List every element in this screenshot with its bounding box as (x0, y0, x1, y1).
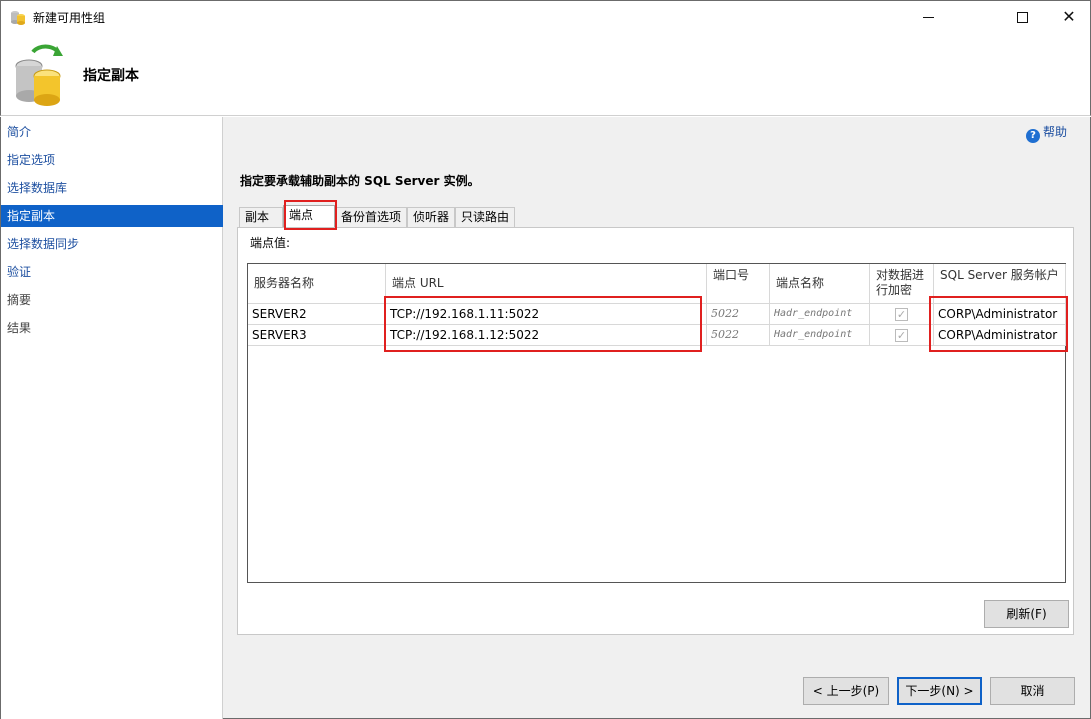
page-title: 指定副本 (83, 68, 139, 84)
tab-backup-preferences[interactable]: 备份首选项 (335, 207, 407, 227)
tab-replicas[interactable]: 副本 (239, 207, 283, 227)
minimize-icon (922, 17, 934, 18)
close-icon: ✕ (1062, 7, 1076, 26)
next-button[interactable]: 下一步(N) > (897, 677, 982, 705)
row2-endpoint[interactable]: Hadr_endpoint (770, 325, 870, 346)
row1-endpoint[interactable]: Hadr_endpoint (770, 304, 870, 325)
checkbox-icon[interactable]: ✓ (895, 308, 908, 321)
tab-readonly-routing[interactable]: 只读路由 (455, 207, 515, 227)
refresh-button[interactable]: 刷新(F) (984, 600, 1069, 628)
checkbox-icon[interactable]: ✓ (895, 329, 908, 342)
help-label: 帮助 (1043, 125, 1068, 139)
row1-encrypt[interactable]: ✓ (870, 304, 934, 325)
sidebar-item-replicas[interactable]: 指定副本 (1, 205, 223, 227)
col-port: 端口号 (707, 264, 770, 304)
endpoint-values-label: 端点值: (250, 236, 291, 250)
sidebar-item-data-sync[interactable]: 选择数据同步 (1, 233, 223, 255)
sidebar-item-results: 结果 (7, 321, 32, 335)
row1-account[interactable]: CORP\Administrator (934, 304, 1066, 325)
row2-encrypt[interactable]: ✓ (870, 325, 934, 346)
row1-port[interactable]: 5022 (707, 304, 770, 325)
row2-server: SERVER3 (248, 325, 386, 346)
col-endpoint-url: 端点 URL (386, 264, 707, 304)
maximize-button[interactable] (999, 1, 1045, 32)
row2-url[interactable]: TCP://192.168.1.12:5022 (386, 325, 707, 346)
back-button[interactable]: < 上一步(P) (803, 677, 889, 705)
endpoints-grid: 服务器名称 端点 URL 端口号 端点名称 对数据进行加密 SQL Server… (247, 263, 1066, 583)
title-bar: 新建可用性组 ✕ (0, 0, 1091, 32)
sidebar-item-validation[interactable]: 验证 (1, 261, 223, 283)
database-replica-icon (15, 44, 63, 106)
col-endpoint-name: 端点名称 (770, 264, 870, 304)
row1-url[interactable]: TCP://192.168.1.11:5022 (386, 304, 707, 325)
col-service-account: SQL Server 服务帐户 (934, 264, 1066, 304)
cancel-button[interactable]: 取消 (990, 677, 1075, 705)
instruction-text: 指定要承载辅助副本的 SQL Server 实例。 (240, 174, 480, 188)
sidebar-item-summary: 摘要 (7, 293, 32, 307)
wizard-header: 指定副本 (0, 32, 1091, 116)
row1-server: SERVER2 (248, 304, 386, 325)
sidebar-item-options[interactable]: 指定选项 (1, 149, 223, 171)
sidebar-item-intro[interactable]: 简介 (1, 121, 223, 143)
close-button[interactable]: ✕ (1046, 1, 1091, 32)
tab-endpoints[interactable]: 端点 (283, 205, 335, 227)
endpoints-panel: 端点值: 服务器名称 端点 URL 端口号 端点名称 对数据进行加密 SQL S… (237, 227, 1074, 635)
col-server-name: 服务器名称 (248, 264, 386, 304)
help-icon: ? (1026, 129, 1040, 143)
wizard-sidebar: 简介 指定选项 选择数据库 指定副本 选择数据同步 验证 摘要 结果 (0, 117, 223, 719)
row2-account[interactable]: CORP\Administrator (934, 325, 1066, 346)
minimize-button[interactable] (905, 1, 951, 32)
window-title: 新建可用性组 (33, 11, 106, 25)
sidebar-item-databases[interactable]: 选择数据库 (1, 177, 223, 199)
maximize-icon (1016, 12, 1028, 23)
main-panel: ? 帮助 指定要承载辅助副本的 SQL Server 实例。 副本 端点 备份首选… (223, 117, 1091, 719)
col-encrypt: 对数据进行加密 (870, 264, 934, 304)
help-link[interactable]: ? 帮助 (1026, 123, 1067, 143)
row2-port[interactable]: 5022 (707, 325, 770, 346)
tab-listener[interactable]: 侦听器 (407, 207, 455, 227)
app-icon (11, 11, 25, 25)
